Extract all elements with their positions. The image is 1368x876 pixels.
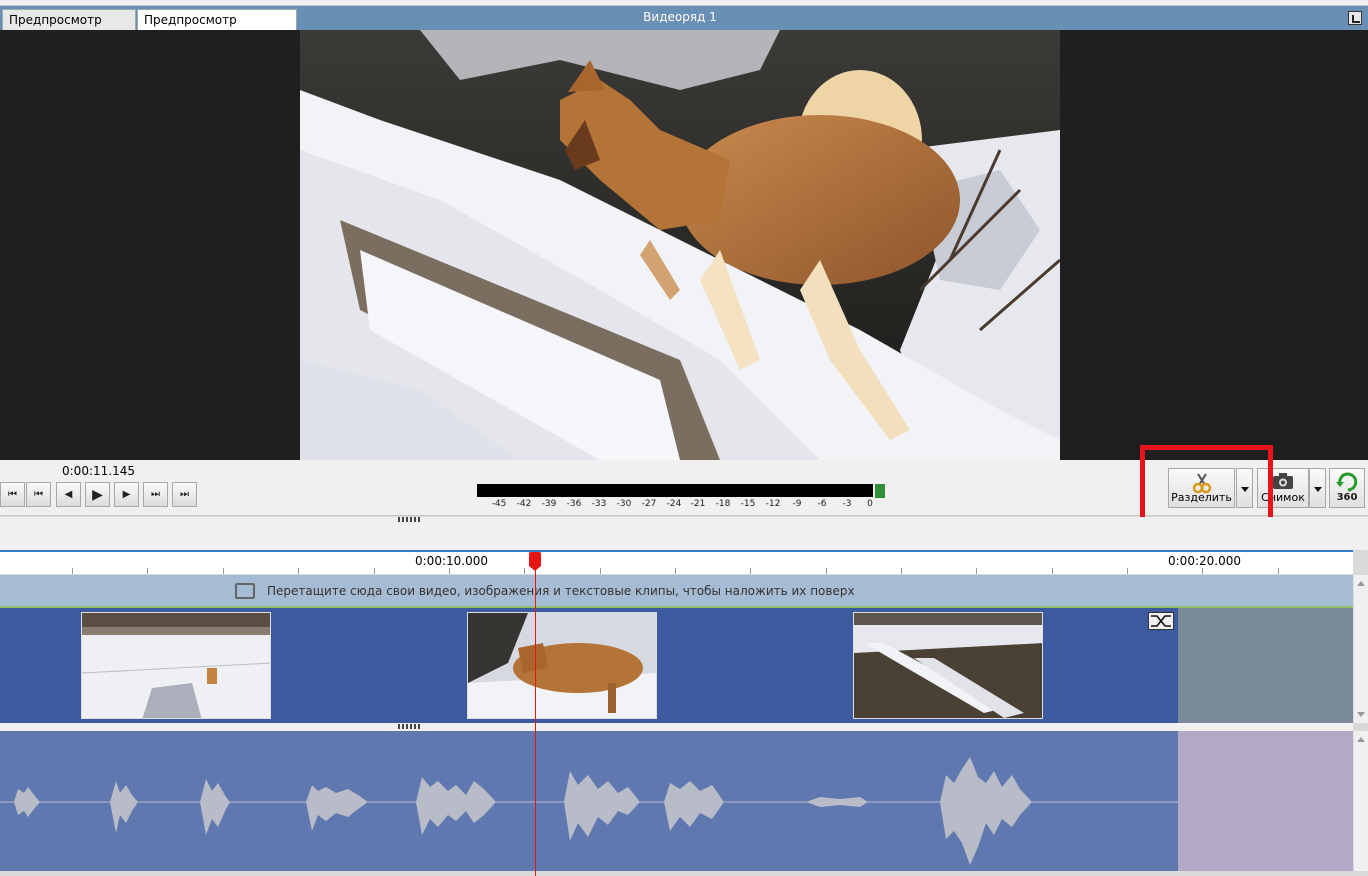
- panel-title: Видеоряд 1: [643, 10, 717, 24]
- ruler-label: 0:00:20.000: [1168, 554, 1241, 568]
- panel-splitter[interactable]: [0, 517, 1368, 550]
- image-icon: [235, 583, 255, 599]
- go-to-end-icon[interactable]: ⏭: [172, 482, 197, 507]
- splitter-grip[interactable]: [398, 724, 420, 729]
- meter-tick: -45: [491, 499, 507, 509]
- audio-track[interactable]: [0, 731, 1178, 871]
- playhead-handle[interactable]: [529, 552, 541, 571]
- ruler-label: 0:00:10.000: [415, 554, 488, 568]
- preview-area: [0, 30, 1368, 460]
- audio-level-meter: [477, 484, 873, 497]
- audio-level-indicator: [875, 484, 885, 498]
- go-to-start-icon[interactable]: ⏮: [0, 482, 25, 507]
- meter-tick: -36: [566, 499, 582, 509]
- step-back-icon[interactable]: ◀: [56, 482, 81, 507]
- meter-tick: -27: [641, 499, 657, 509]
- video-frame[interactable]: [300, 30, 1060, 460]
- meter-tick: -3: [842, 499, 852, 509]
- playhead-line: [535, 566, 536, 876]
- current-timecode: 0:00:11.145: [62, 464, 135, 478]
- audio-tracks-scrollbar[interactable]: [1353, 731, 1368, 871]
- clip-thumbnail-image: [854, 613, 1042, 718]
- scroll-up-icon[interactable]: [1357, 737, 1365, 742]
- meter-tick: -21: [690, 499, 706, 509]
- tab-sequence-preview[interactable]: Предпросмотр видеоряда: [137, 9, 297, 47]
- vr360-label: 360: [1336, 492, 1358, 503]
- scroll-down-icon[interactable]: [1357, 712, 1365, 717]
- next-clip-icon[interactable]: ⏭: [143, 482, 168, 507]
- meter-tick: -30: [616, 499, 632, 509]
- timeline-ruler[interactable]: 0:00:10.000 0:00:20.000: [0, 550, 1353, 574]
- meter-tick: -42: [516, 499, 532, 509]
- meter-tick: -12: [765, 499, 781, 509]
- video-track[interactable]: [0, 608, 1178, 723]
- meter-tick: -9: [792, 499, 802, 509]
- overlay-track[interactable]: Перетащите сюда свои видео, изображения …: [0, 575, 1353, 608]
- audio-waveform: [0, 757, 1178, 865]
- meter-tick: -6: [817, 499, 827, 509]
- rotate-360-icon: [1336, 472, 1358, 492]
- maximize-icon[interactable]: [1348, 11, 1362, 25]
- audio-track-empty: [1178, 731, 1353, 871]
- preview-tabbar: Предпросмотр клипа Предпросмотр видеоряд…: [0, 6, 1368, 47]
- tab-clip-preview[interactable]: Предпросмотр клипа: [2, 9, 136, 47]
- video-track-empty: [1178, 608, 1353, 723]
- meter-tick: -39: [541, 499, 557, 509]
- video-frame-image: [300, 30, 1060, 460]
- audio-meter-scale: -45 -42 -39 -36 -33 -30 -27 -24 -21 -18 …: [477, 499, 877, 511]
- clip-thumbnail[interactable]: [467, 612, 657, 719]
- camera-icon: [1273, 473, 1293, 489]
- meter-tick: -24: [666, 499, 682, 509]
- clip-thumbnail[interactable]: [853, 612, 1043, 719]
- transition-icon[interactable]: [1148, 612, 1174, 630]
- scroll-up-icon[interactable]: [1357, 581, 1365, 586]
- meter-tick: -15: [740, 499, 756, 509]
- clip-thumbnail-image: [82, 613, 270, 718]
- overlay-drop-hint: Перетащите сюда свои видео, изображения …: [267, 584, 855, 598]
- transition-icon-glyph: [1151, 615, 1171, 627]
- previous-clip-icon[interactable]: ⏮: [26, 482, 51, 507]
- vr360-button[interactable]: 360: [1329, 468, 1365, 508]
- snapshot-dropdown-arrow[interactable]: [1309, 468, 1326, 508]
- meter-tick: 0: [867, 499, 873, 509]
- meter-tick: -18: [715, 499, 731, 509]
- video-tracks-scrollbar[interactable]: [1353, 575, 1368, 723]
- step-forward-icon[interactable]: ▶: [114, 482, 139, 507]
- track-splitter[interactable]: [0, 723, 1353, 731]
- splitter-grip[interactable]: [398, 517, 420, 522]
- clip-thumbnail-image: [468, 613, 656, 718]
- split-highlight-frame: [1140, 445, 1273, 526]
- play-icon[interactable]: ▶: [85, 482, 110, 507]
- clip-thumbnail[interactable]: [81, 612, 271, 719]
- meter-tick: -33: [591, 499, 607, 509]
